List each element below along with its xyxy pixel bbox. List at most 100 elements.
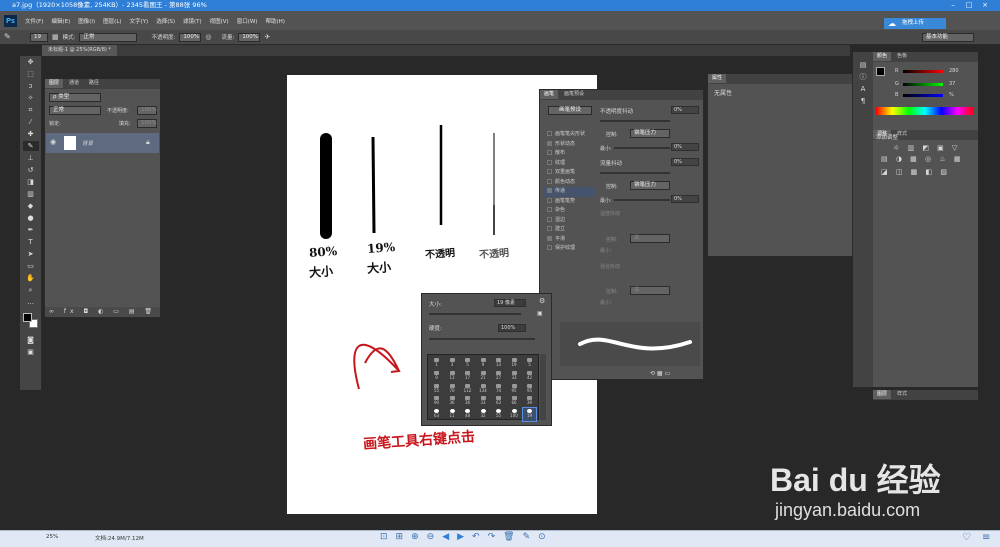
new-preset-icon[interactable]: ▣ (537, 310, 543, 317)
preset-tile[interactable]: 39 (523, 395, 536, 408)
preset-tile[interactable]: 1 (430, 357, 443, 370)
layer-name[interactable]: 背景 (82, 139, 93, 147)
tab-brush[interactable]: 画笔 (540, 90, 559, 99)
zoom-tool-icon[interactable]: ⌕ (23, 285, 39, 295)
brush-presets-button[interactable]: 画笔预设 (548, 106, 592, 115)
brush-tool-icon[interactable]: ✎ (4, 32, 11, 41)
actual-size-icon[interactable]: ⊡ (380, 532, 396, 542)
preset-tile[interactable]: 9 (430, 370, 443, 383)
paragraph-panel-icon[interactable]: ¶ (855, 96, 871, 106)
pen-tool-icon[interactable]: ✒ (23, 225, 39, 235)
min-slider[interactable] (614, 147, 670, 149)
brush-setting-item[interactable]: 形状动态 (544, 140, 596, 150)
blur-tool-icon[interactable]: ◆ (23, 201, 39, 211)
setting-checkbox[interactable] (547, 235, 552, 241)
min2-slider[interactable] (614, 199, 670, 201)
color-swatches[interactable] (22, 313, 39, 329)
more-tools-icon[interactable]: … (23, 297, 39, 307)
preset-tile[interactable]: 63 (492, 395, 505, 408)
adjustment-icons-row-3[interactable]: ◪ ◫ ▩ ◧ ▧ (881, 168, 950, 176)
zoom-out-icon[interactable]: ⊖ (427, 532, 443, 542)
drag-upload-button[interactable]: ☁ 拖拽上传 (884, 18, 946, 29)
eraser-tool-icon[interactable]: ◨ (23, 177, 39, 187)
setting-checkbox[interactable] (547, 131, 552, 136)
info-panel-icon[interactable]: ⓘ (855, 72, 871, 82)
preset-tile[interactable]: 21 (477, 370, 490, 383)
setting-checkbox[interactable] (547, 178, 552, 184)
favorite-icon[interactable]: ♡ (962, 532, 971, 543)
eyedropper-tool-icon[interactable]: ⁄ (23, 117, 39, 127)
control-select[interactable]: 钢笔压力 (630, 129, 670, 138)
fit-icon[interactable]: ⊞ (396, 532, 412, 542)
opacity-jitter-slider[interactable] (600, 120, 670, 122)
brush-setting-item[interactable]: 双重画笔 (544, 168, 596, 178)
close-icon[interactable]: × (980, 1, 990, 10)
preset-tile[interactable]: 134 (477, 383, 490, 396)
layer-opacity-input[interactable]: 100% (137, 106, 157, 115)
setting-checkbox[interactable] (547, 159, 552, 165)
layer-blend-mode[interactable]: 正常 (49, 106, 101, 115)
lasso-tool-icon[interactable]: ↄ (23, 81, 39, 91)
setting-checkbox[interactable] (547, 245, 552, 250)
tab-channels[interactable]: 通道 (65, 79, 83, 88)
menu-image[interactable]: 图像(I) (78, 17, 95, 25)
stamp-tool-icon[interactable]: ⊥ (23, 153, 39, 163)
b-value[interactable]: % (949, 92, 954, 98)
character-panel-icon[interactable]: A (855, 84, 871, 94)
preset-tile[interactable]: 36 (446, 395, 459, 408)
color-fg-swatch[interactable] (876, 67, 885, 76)
menu-view[interactable]: 视图(V) (210, 17, 229, 25)
tab-color[interactable]: 颜色 (873, 52, 892, 61)
preset-tile[interactable]: 9 (477, 357, 490, 370)
tab-bottom-layers[interactable]: 图层 (873, 390, 892, 399)
adjustment-icons-row-1[interactable]: ☼ ▥ ◩ ▣ ▽ (893, 144, 960, 152)
preset-tile[interactable]: 5 (523, 357, 536, 370)
brush-setting-item[interactable]: 画笔笔尖形状 (544, 130, 596, 140)
preset-tile[interactable]: 95 (523, 383, 536, 396)
brush-setting-item[interactable]: 保护纹理 (544, 244, 596, 254)
rotate-right-icon[interactable]: ↷ (488, 532, 504, 542)
preset-tile[interactable]: 11 (446, 408, 459, 421)
brush-setting-item[interactable]: 传递 (544, 187, 596, 197)
foreground-color-swatch[interactable] (22, 313, 32, 322)
preset-tile[interactable]: 5 (461, 357, 474, 370)
preset-tile[interactable]: 19 (508, 357, 521, 370)
fill-input[interactable]: 100% (137, 119, 157, 128)
opacity-input[interactable]: 100% (179, 32, 202, 42)
history-brush-icon[interactable]: ↺ (23, 165, 39, 175)
flow-jitter-slider[interactable] (600, 172, 670, 174)
preset-tile[interactable]: 3 (446, 357, 459, 370)
type-tool-icon[interactable]: T (23, 237, 39, 247)
preset-tile[interactable]: 13 (492, 357, 505, 370)
airbrush-icon[interactable]: ✈ (264, 33, 270, 41)
menu-filter[interactable]: 滤镜(T) (183, 17, 202, 25)
maximize-icon[interactable]: □ (964, 1, 974, 10)
eye-icon[interactable]: ◉ (50, 138, 56, 146)
menu-type[interactable]: 文字(Y) (130, 17, 149, 25)
menu-select[interactable]: 选择(S) (156, 17, 175, 25)
preset-tile[interactable]: 27 (492, 370, 505, 383)
size-value[interactable]: 19 像素 (494, 299, 526, 307)
preset-tile[interactable]: 48 (461, 408, 474, 421)
g-slider[interactable] (903, 83, 943, 86)
rotate-left-icon[interactable]: ↶ (472, 532, 488, 542)
preset-tile[interactable]: 19 (522, 407, 537, 423)
pressure-opacity-icon[interactable]: ◎ (205, 33, 211, 41)
b-slider[interactable] (903, 94, 943, 97)
hardness-slider[interactable] (429, 338, 535, 340)
preset-tile[interactable]: 112 (461, 383, 474, 396)
brush-setting-item[interactable]: 纹理 (544, 159, 596, 169)
preset-tile[interactable]: 66 (508, 395, 521, 408)
shape-tool-icon[interactable]: ▭ (23, 261, 39, 271)
hand-tool-icon[interactable]: ✋ (23, 273, 39, 283)
preset-tile[interactable]: 70 (446, 383, 459, 396)
menu-file[interactable]: 文件(F) (25, 17, 43, 25)
adjustment-icons-row-2[interactable]: ▤ ◑ ▦ ◎ ♨ ▦ (881, 155, 963, 163)
preset-tile[interactable]: 17 (461, 370, 474, 383)
more-icon[interactable]: ⊙ (538, 532, 554, 542)
preset-tile[interactable]: 90 (430, 395, 443, 408)
delete-icon[interactable]: 🗑︎ (503, 532, 522, 542)
marquee-tool-icon[interactable]: ⬚ (23, 69, 39, 79)
setting-checkbox[interactable] (547, 197, 552, 203)
minimize-icon[interactable]: – (948, 1, 958, 10)
